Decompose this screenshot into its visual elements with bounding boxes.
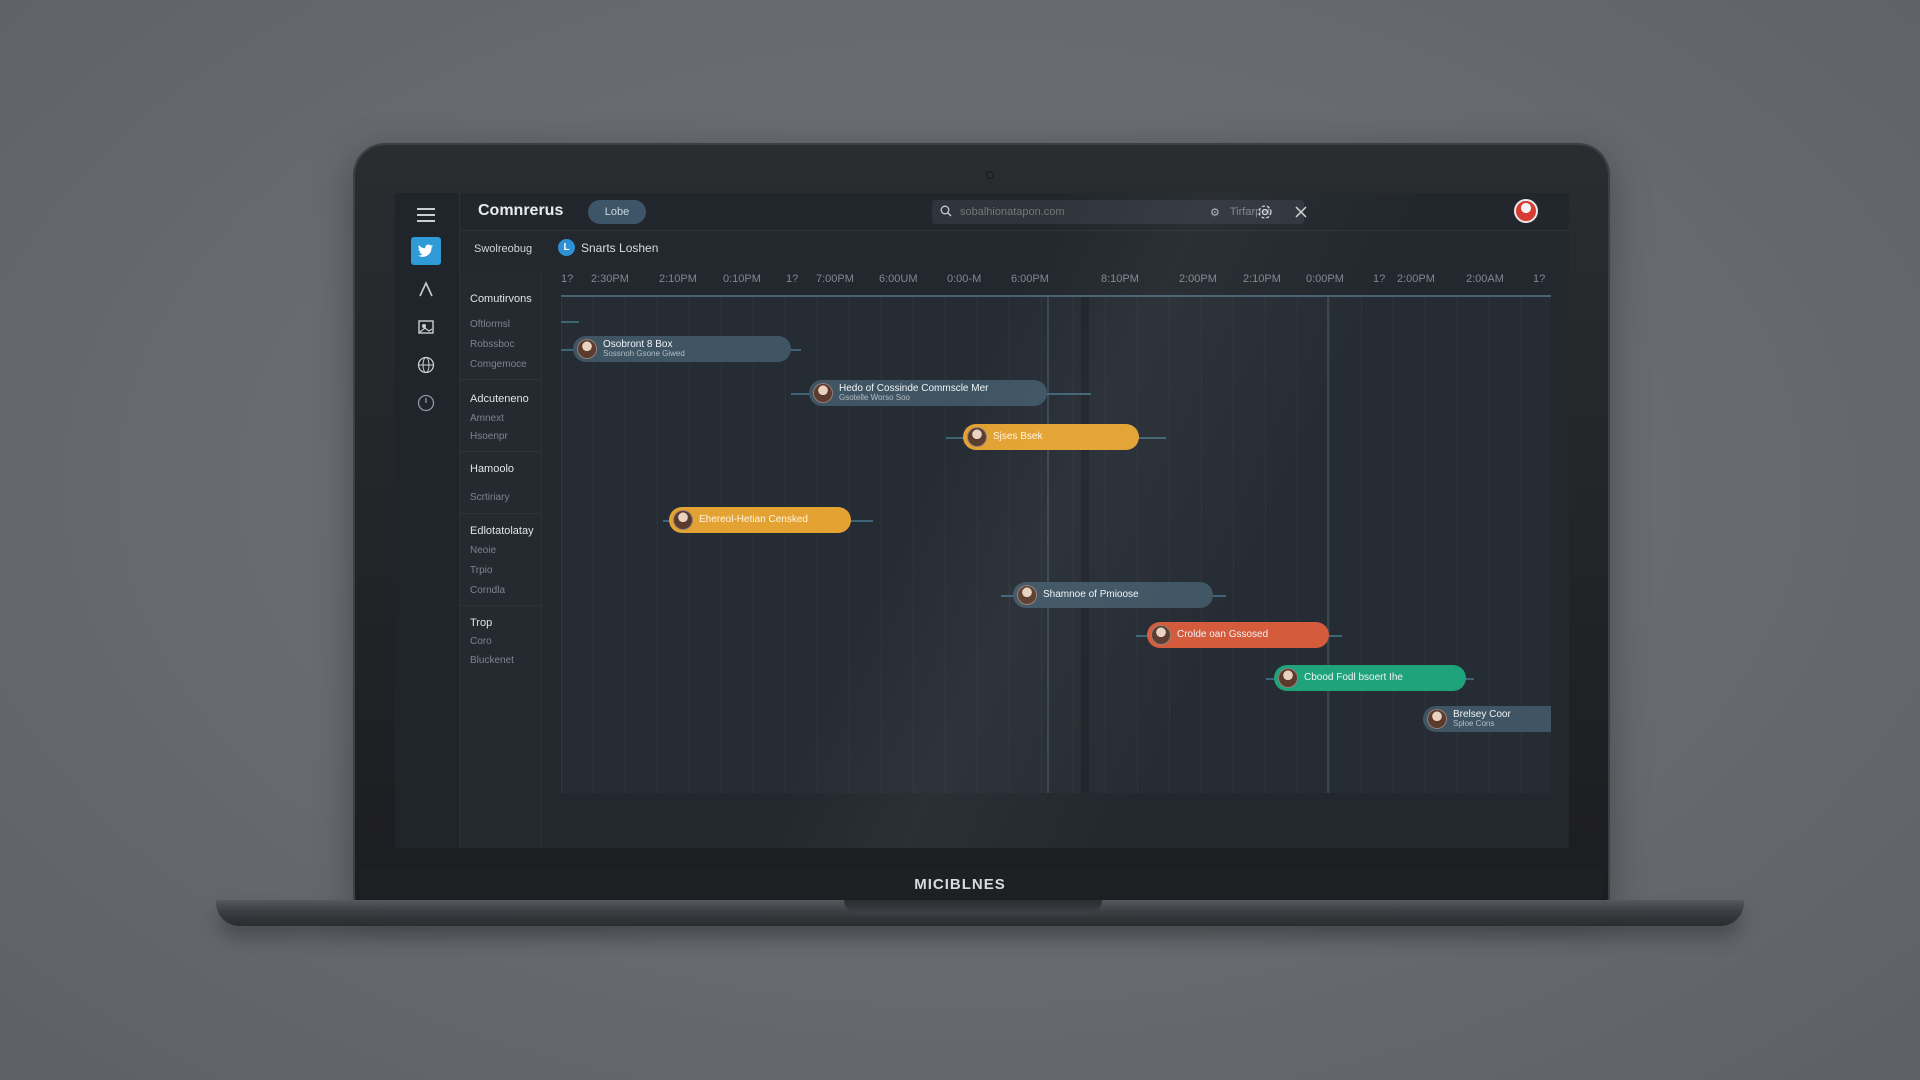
- image-icon[interactable]: [411, 313, 441, 341]
- task-subtitle: Sossnoh Gsone Giwed: [603, 349, 685, 359]
- sidebar-item[interactable]: Robssboc: [470, 339, 514, 350]
- sidebar-group-title[interactable]: Comutirvons: [470, 293, 532, 305]
- task-subtitle: Gsotelle Worso Soo: [839, 393, 910, 403]
- sidebar-group-title[interactable]: Edlotatolatay: [470, 525, 534, 537]
- sidebar-item[interactable]: Scrtiriary: [470, 492, 509, 503]
- sidebar-item[interactable]: Hsoenpr: [470, 431, 508, 442]
- task-bar[interactable]: Cbood Fodl bsoert Ihe: [1274, 665, 1466, 691]
- time-marker-line: [1047, 297, 1049, 793]
- sidebar-item[interactable]: Coro: [470, 636, 492, 647]
- task-bar[interactable]: Hedo of Cossinde Commscle Mer Gsotelle Wo…: [809, 380, 1047, 406]
- twitter-icon[interactable]: [411, 237, 441, 265]
- task-bar[interactable]: Crolde oan Gssosed: [1147, 622, 1329, 648]
- sidebar-item[interactable]: Corndla: [470, 585, 505, 596]
- task-title: Shamnoe of Pmioose: [1043, 588, 1139, 600]
- sidebar-group-title[interactable]: Hamoolo: [470, 463, 514, 475]
- sidebar-group-title[interactable]: Trop: [470, 617, 492, 629]
- user-avatar[interactable]: [1514, 199, 1538, 223]
- time-tick: 1?: [1373, 273, 1386, 285]
- top-pill-button[interactable]: Lobe: [588, 200, 646, 224]
- globe-icon[interactable]: [411, 351, 441, 379]
- subbar-tag-label: Snarts Loshen: [581, 240, 659, 255]
- task-subtitle: Sploe Cons: [1453, 719, 1495, 729]
- sidebar-item[interactable]: Trpio: [470, 565, 492, 576]
- camera: [986, 171, 994, 179]
- time-tick: 7:00PM: [816, 273, 854, 285]
- task-title: Sjses Bsek: [993, 430, 1043, 442]
- avatar: [813, 383, 833, 403]
- time-tick: 1?: [786, 273, 799, 285]
- avatar: [1151, 625, 1171, 645]
- timeline-grid: [561, 297, 1551, 793]
- top-bar: Comnrerus Lobe ⚙ Tirfarpet: [460, 193, 1569, 231]
- close-icon[interactable]: [1290, 201, 1312, 223]
- sidebar-divider: [460, 605, 542, 606]
- time-tick: 0:00PM: [1306, 273, 1344, 285]
- time-tick: 0:10PM: [723, 273, 761, 285]
- settings-icon[interactable]: [1254, 201, 1276, 223]
- avatar: [673, 510, 693, 530]
- time-band: [1081, 297, 1089, 793]
- search-box[interactable]: ⚙ Tirfarpet: [932, 200, 1304, 224]
- laptop-brand: MICIBLNES: [914, 876, 1006, 893]
- task-title: Cbood Fodl bsoert Ihe: [1304, 671, 1403, 683]
- time-tick: 6:00PM: [1011, 273, 1049, 285]
- search-icon: [932, 205, 960, 220]
- time-tick: 2:10PM: [1243, 273, 1281, 285]
- sidebar-divider: [460, 451, 542, 452]
- sidebar-item[interactable]: Oftlormsl: [470, 319, 510, 330]
- task-bar[interactable]: Sjses Bsek: [963, 424, 1139, 450]
- sidebar-divider: [460, 379, 542, 380]
- sidebar-group-title[interactable]: Adcuteneno: [470, 393, 529, 405]
- subbar-label[interactable]: Swolreobug: [474, 243, 532, 255]
- time-tick: 1?: [1533, 273, 1546, 285]
- avatar: [577, 339, 597, 359]
- time-marker-line: [1327, 297, 1329, 793]
- filter-icon[interactable]: ⚙: [1210, 206, 1220, 219]
- sidebar-item[interactable]: Bluckenet: [470, 655, 514, 666]
- sidebar-divider: [460, 513, 542, 514]
- sub-bar: Swolreobug L Snarts Loshen: [460, 233, 1569, 267]
- time-tick: 1?: [561, 273, 574, 285]
- triangle-icon[interactable]: [411, 275, 441, 303]
- time-tick: 2:10PM: [659, 273, 697, 285]
- task-title: Crolde oan Gssosed: [1177, 628, 1269, 640]
- time-tick: 2:00PM: [1179, 273, 1217, 285]
- time-tick: 8:10PM: [1101, 273, 1139, 285]
- time-tick: 2:00PM: [1397, 273, 1435, 285]
- timeline: 1? 2:30PM 2:10PM 0:10PM 1? 7:00PM 6:00UM…: [561, 273, 1551, 793]
- icon-rail: [395, 193, 460, 848]
- task-title: Ehereol-Hetian Censked: [699, 513, 808, 525]
- time-tick: 2:00AM: [1466, 273, 1504, 285]
- app-screen: Comnrerus Lobe ⚙ Tirfarpet Swolreobug L …: [395, 193, 1569, 848]
- sidebar-item[interactable]: Comgemoce: [470, 359, 527, 370]
- time-tick: 6:00UM: [879, 273, 918, 285]
- clock-icon[interactable]: [411, 389, 441, 417]
- time-axis: 1? 2:30PM 2:10PM 0:10PM 1? 7:00PM 6:00UM…: [561, 273, 1551, 293]
- avatar: [1427, 709, 1447, 729]
- search-input[interactable]: [960, 206, 1210, 218]
- avatar: [1278, 668, 1298, 688]
- sidebar-item[interactable]: Amnext: [470, 413, 504, 424]
- sidebar-item[interactable]: Neoie: [470, 545, 496, 556]
- laptop-notch: [844, 900, 1102, 914]
- time-tick: 0:00-M: [947, 273, 982, 285]
- avatar: [1017, 585, 1037, 605]
- app-title: Comnrerus: [478, 202, 564, 219]
- sidebar: Comutirvons Oftlormsl Robssboc Comgemoce…: [460, 273, 542, 848]
- time-tick: 2:30PM: [591, 273, 629, 285]
- task-bar[interactable]: Brelsey Coor Sploe Cons: [1423, 706, 1551, 732]
- task-bar[interactable]: Shamnoe of Pmioose: [1013, 582, 1213, 608]
- task-bar[interactable]: Osobront 8 Box Sossnoh Gsone Giwed: [573, 336, 791, 362]
- subbar-tag[interactable]: L Snarts Loshen: [558, 239, 658, 256]
- task-bar[interactable]: Ehereol-Hetian Censked: [669, 507, 851, 533]
- avatar: [967, 427, 987, 447]
- task-connector: [561, 321, 579, 323]
- tag-badge-icon: L: [558, 239, 575, 256]
- menu-icon[interactable]: [411, 201, 441, 229]
